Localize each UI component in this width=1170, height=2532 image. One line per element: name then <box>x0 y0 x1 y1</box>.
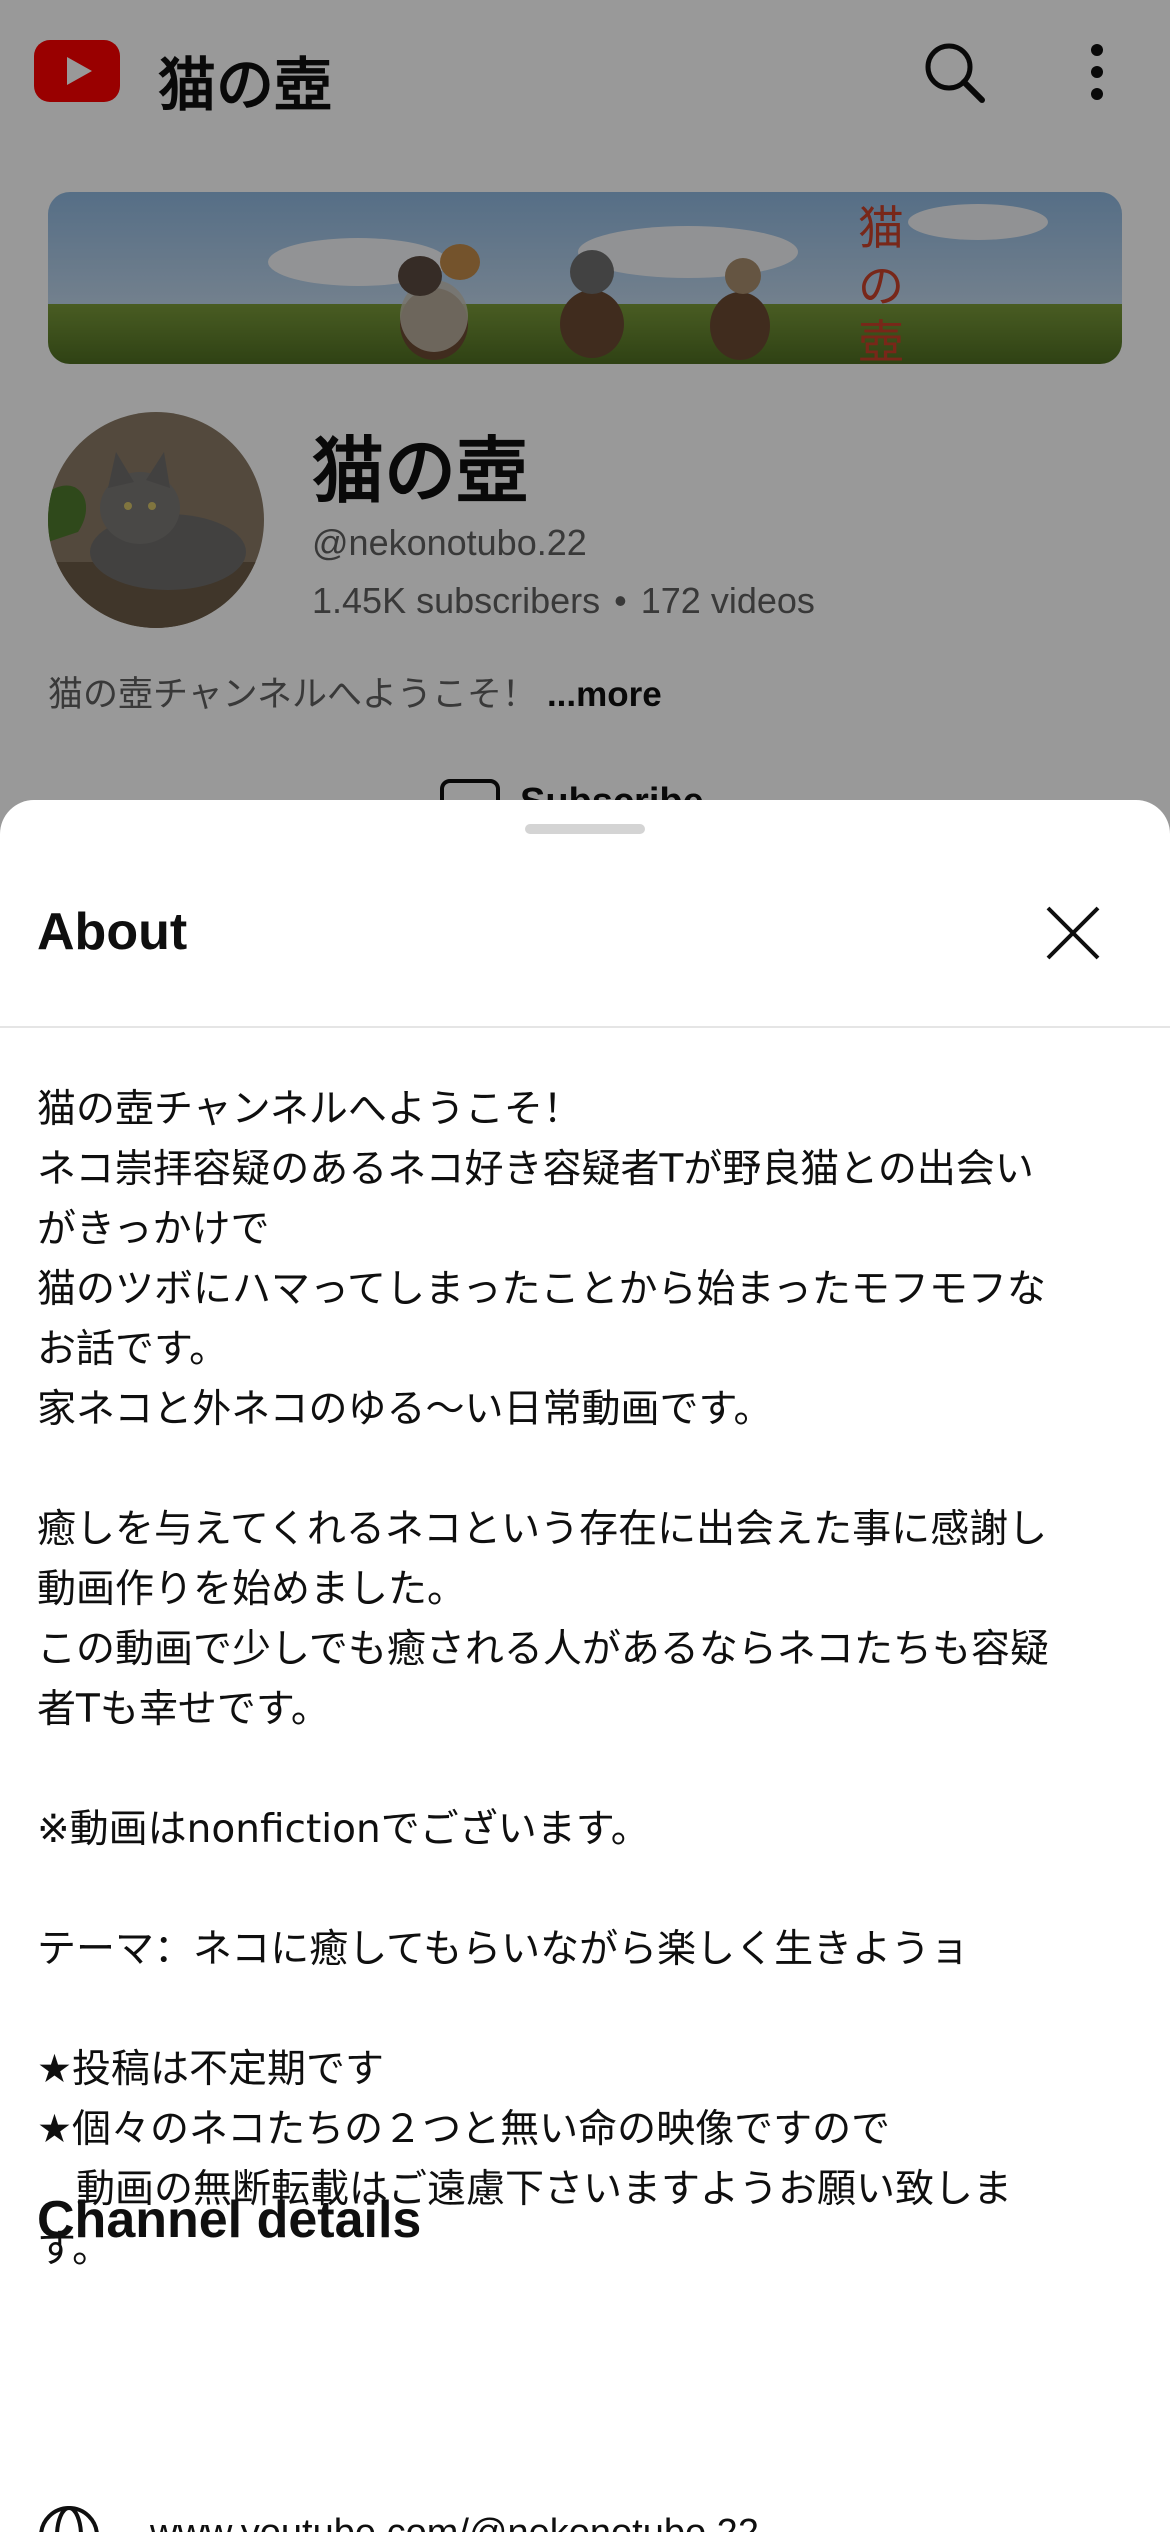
close-icon[interactable] <box>1040 900 1106 966</box>
channel-details-heading: Channel details <box>37 2191 422 2249</box>
about-sheet: About 猫の壺チャンネルへようこそ！ ネコ崇拝容疑のあるネコ好き容疑者Tが野… <box>0 800 1170 2532</box>
channel-description: 猫の壺チャンネルへようこそ！ ネコ崇拝容疑のあるネコ好き容疑者Tが野良猫との出会… <box>37 1087 1050 2272</box>
sheet-divider <box>0 1026 1170 1028</box>
globe-icon <box>39 2506 99 2532</box>
about-title: About <box>37 903 188 961</box>
channel-link[interactable]: www.youtube.com/@nekonotubo.22 <box>150 2512 759 2532</box>
drag-handle[interactable] <box>525 824 645 834</box>
